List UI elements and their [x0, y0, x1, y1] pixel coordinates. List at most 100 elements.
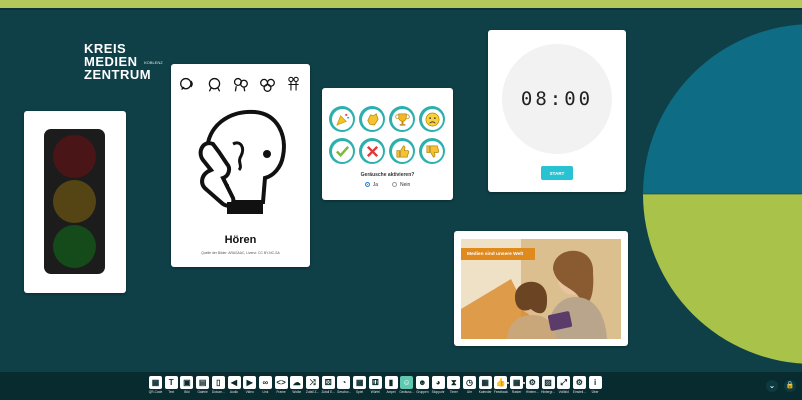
pictogram-widget[interactable]: Hören Quelle der Bilder: ARASAAC, Lizenz… [171, 64, 310, 267]
toolbar-item-audio[interactable]: ◀ Audio [227, 376, 242, 396]
qr-icon: ▦ [149, 376, 162, 389]
toolbar-item-traffic-light[interactable]: ▮ Ampel [384, 376, 399, 396]
toolbar-item-hourglass[interactable]: ⧗ Timer [446, 376, 461, 396]
toolbar-item-document[interactable]: ▯ Dokum... [211, 376, 226, 396]
cross-button[interactable] [359, 138, 385, 164]
timer-start-button[interactable]: START [541, 166, 573, 180]
document-icon: ▯ [211, 376, 225, 389]
toolbar-item-qr[interactable]: ▦ QR-Code [148, 376, 163, 396]
traffic-light-widget[interactable] [24, 111, 126, 293]
toolbar-item-shuffle[interactable]: ⤨ Zufall Z... [305, 376, 320, 396]
clap-button[interactable] [359, 106, 385, 132]
hourglass-icon: ⧗ [447, 376, 461, 389]
toolbar-item-thumb[interactable]: 👍 Feedback [493, 376, 508, 396]
thumb-down-button[interactable] [419, 138, 445, 164]
toolbar-item-timer[interactable]: ◕ Stoppuhr [431, 376, 446, 396]
traffic-light-green-lamp[interactable] [53, 225, 96, 268]
toolbar-item-gear[interactable]: ⚙ Einstell... [572, 376, 587, 396]
toolbar-item-link[interactable]: ∞ Link [258, 376, 273, 396]
settings-icon: ⚙ [525, 376, 539, 389]
traffic-light-red-lamp[interactable] [53, 135, 96, 178]
lock-icon[interactable]: 🔒 [784, 380, 796, 392]
info-icon: i [588, 376, 602, 389]
check-icon [335, 145, 349, 157]
listen-icon[interactable] [179, 76, 196, 93]
media-image-widget[interactable]: Medien sind unsere Welt [454, 231, 628, 346]
toolbar-item-label: Geräusc... [399, 390, 415, 394]
gear-icon: ⚙ [572, 376, 586, 389]
toolbar-item-stopwatch[interactable]: ◔ Geschw... [336, 376, 351, 396]
media-banner: Medien sind unsere Welt [461, 248, 535, 260]
calendar-icon: ▦ [478, 376, 492, 389]
thumb-icon: 👍 [494, 376, 508, 389]
timer-widget: 08:00 START [488, 30, 626, 192]
party-horn-button[interactable] [329, 106, 355, 132]
toolbar-item-fullscreen[interactable]: ⤢ Vollbild [556, 376, 571, 396]
toolbar-item-settings[interactable]: ⚙ Hintern... [525, 376, 540, 396]
timer-dial: 08:00 [502, 44, 612, 154]
toolbar-item-label: Zufall E... [321, 390, 335, 394]
sound-icon: ☺ [400, 376, 414, 389]
audio-icon: ◀ [227, 376, 241, 389]
cross-icon [366, 145, 378, 157]
toolbar-item-label: Hintergr... [541, 390, 555, 394]
traffic-light-yellow-lamp[interactable] [53, 180, 96, 223]
toolbar-item-frame[interactable]: <> Frame [274, 376, 289, 396]
toolbar-item-picture[interactable]: ▨ Hintergr... [541, 376, 556, 396]
radio-no[interactable] [391, 182, 397, 188]
sound-activate-options: Ja Nein [322, 182, 453, 188]
toolbar-item-grid[interactable]: ▦ Spiel [352, 376, 367, 396]
toolbar-item-dice[interactable]: ⚅ Würfel [368, 376, 383, 396]
sad-face-button[interactable] [419, 106, 445, 132]
top-accent-bar [0, 0, 802, 8]
toolbar-item-random[interactable]: ⚄ Zufall E... [321, 376, 336, 396]
trophy-button[interactable] [389, 106, 415, 132]
sound-yes-option[interactable]: Ja [364, 182, 378, 188]
sound-no-option[interactable]: Nein [391, 182, 410, 188]
image-icon: ▣ [180, 376, 194, 389]
toolbar-item-label: Link [262, 390, 269, 394]
think-icon[interactable] [206, 76, 223, 93]
raster-icon: ▦ [510, 376, 524, 389]
timer-icon: ◕ [431, 376, 445, 389]
thumb-up-button[interactable] [389, 138, 415, 164]
toolbar-item-groups[interactable]: ☻ Gruppen [415, 376, 430, 396]
group-icon[interactable] [259, 76, 276, 93]
people-icon[interactable] [285, 76, 302, 93]
background-circle-decoration [643, 24, 802, 364]
toolbar-item-label: Geschw... [336, 390, 351, 394]
pictogram-word: Hören [224, 234, 257, 246]
check-button[interactable] [329, 138, 355, 164]
kreismedienzentrum-logo: KREIS MEDIEN ZENTRUM KOBLENZ [84, 42, 174, 86]
toolbar-item-label: Wolke [292, 390, 302, 394]
clock-icon: ◷ [463, 376, 476, 389]
toolbar-item-label: Hintern... [525, 390, 539, 394]
toolbar-item-info[interactable]: i Über [588, 376, 603, 396]
toolbar-item-clock[interactable]: ◷ Uhr [462, 376, 477, 396]
video-icon: ▶ [243, 376, 257, 389]
timer-display[interactable]: 08:00 [521, 88, 593, 110]
toolbar-item-sound[interactable]: ☺ Geräusc... [399, 376, 414, 396]
toolbar-item-label: Stoppuhr [431, 390, 445, 394]
toolbar-item-label: Galerie [197, 390, 208, 394]
top-accent-shadow [0, 8, 802, 10]
toolbar-item-label: Zufall Z... [305, 390, 320, 394]
toolbar-item-gallery[interactable]: ▤ Galerie [195, 376, 210, 396]
toolbar-item-cloud[interactable]: ☁ Wolke [289, 376, 304, 396]
toolbar-item-image[interactable]: ▣ Bild [179, 376, 194, 396]
toolbar-item-text[interactable]: T Text [164, 376, 179, 396]
sound-button-grid [329, 106, 447, 164]
talk-icon[interactable] [232, 76, 249, 93]
text-icon: T [164, 376, 178, 389]
toolbar-item-raster[interactable]: ▦ Raster [509, 376, 524, 396]
toolbar-item-label: QR-Code [148, 390, 163, 394]
toolbar-item-label: Audio [229, 390, 239, 394]
sad-face-icon [425, 112, 439, 126]
radio-yes[interactable] [364, 182, 370, 188]
picture-icon: ▨ [541, 376, 555, 389]
collapse-toolbar-button[interactable]: ⌄ [766, 380, 778, 392]
toolbar-item-calendar[interactable]: ▦ Kalender [478, 376, 493, 396]
toolbar-item-video[interactable]: ▶ Video [242, 376, 257, 396]
shuffle-icon: ⤨ [306, 376, 319, 389]
thumb-down-icon [426, 145, 439, 158]
